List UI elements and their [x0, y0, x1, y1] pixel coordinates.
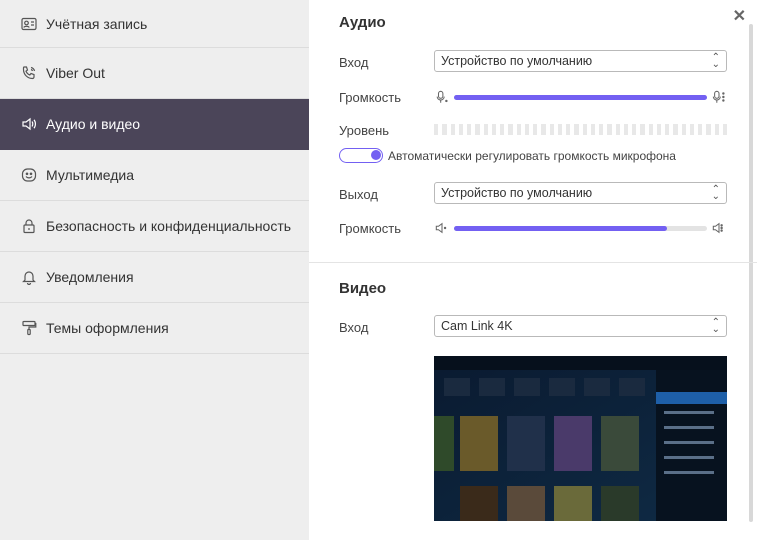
level-label: Уровень — [339, 123, 390, 138]
level-meter-segment — [648, 124, 653, 135]
level-meter-segment — [590, 124, 595, 135]
auto-adjust-label: Автоматически регулировать громкость мик… — [388, 148, 676, 163]
level-meter — [434, 124, 727, 135]
audio-input-select[interactable]: Устройство по умолчанию ⌃ ⌄ — [434, 50, 727, 72]
input-volume-label: Громкость — [339, 90, 401, 105]
close-icon[interactable]: ✕ — [733, 6, 746, 26]
level-meter-segment — [524, 124, 529, 135]
level-meter-segment — [673, 124, 678, 135]
level-meter-segment — [557, 124, 562, 135]
bell-icon — [20, 268, 38, 286]
level-meter-segment — [500, 124, 505, 135]
level-meter-segment — [450, 124, 455, 135]
microphone-high-icon — [711, 89, 727, 105]
sidebar-item-audio-video[interactable]: Аудио и видео — [0, 99, 309, 150]
level-meter-segment — [574, 124, 579, 135]
speaker-high-icon — [711, 220, 727, 236]
audio-output-label: Выход — [339, 187, 378, 202]
level-meter-segment — [491, 124, 496, 135]
sidebar-item-label: Уведомления — [46, 269, 134, 285]
input-volume-slider[interactable] — [454, 94, 707, 100]
chevron-up-down-icon: ⌃ ⌄ — [711, 317, 720, 335]
level-meter-segment — [640, 124, 645, 135]
level-meter-segment — [722, 124, 727, 135]
level-meter-segment — [706, 124, 711, 135]
sidebar-item-label: Viber Out — [46, 65, 105, 81]
audio-input-value: Устройство по умолчанию — [441, 54, 593, 68]
level-meter-segment — [623, 124, 628, 135]
sidebar-item-themes[interactable]: Темы оформления — [0, 303, 309, 354]
sidebar-item-notifications[interactable]: Уведомления — [0, 252, 309, 303]
video-input-select[interactable]: Cam Link 4K ⌃ ⌄ — [434, 315, 727, 337]
level-meter-segment — [442, 124, 447, 135]
lock-icon — [20, 217, 38, 235]
level-meter-segment — [632, 124, 637, 135]
camera-preview — [434, 356, 727, 521]
output-volume-slider[interactable] — [454, 225, 707, 231]
level-meter-segment — [681, 124, 686, 135]
level-meter-segment — [582, 124, 587, 135]
level-meter-segment — [615, 124, 620, 135]
sidebar-item-security[interactable]: Безопасность и конфиденциальность — [0, 201, 309, 252]
sidebar-item-label: Безопасность и конфиденциальность — [46, 218, 292, 234]
sidebar-item-label: Темы оформления — [46, 320, 169, 336]
settings-content: ✕ Аудио Вход Устройство по умолчанию ⌃ ⌄ … — [309, 0, 757, 540]
output-volume-fill — [454, 225, 667, 231]
level-meter-segment — [467, 124, 472, 135]
sidebar-item-label: Мультимедиа — [46, 167, 134, 183]
chevron-up-down-icon: ⌃ ⌄ — [711, 52, 720, 70]
video-input-label: Вход — [339, 320, 369, 335]
output-volume-row — [434, 219, 727, 237]
sidebar-item-multimedia[interactable]: Мультимедиа — [0, 150, 309, 201]
level-meter-segment — [656, 124, 661, 135]
chevron-up-down-icon: ⌃ ⌄ — [711, 184, 720, 202]
audio-output-value: Устройство по умолчанию — [441, 186, 593, 200]
section-divider — [309, 262, 757, 263]
level-meter-segment — [516, 124, 521, 135]
microphone-low-icon — [434, 89, 450, 105]
audio-section-title: Аудио — [339, 14, 386, 31]
level-meter-segment — [541, 124, 546, 135]
sidebar-item-label: Учётная запись — [46, 15, 148, 32]
auto-adjust-toggle[interactable] — [339, 148, 383, 163]
auto-adjust-row: Автоматически регулировать громкость мик… — [339, 148, 676, 163]
audio-output-select[interactable]: Устройство по умолчанию ⌃ ⌄ — [434, 182, 727, 204]
speaker-icon — [20, 115, 38, 133]
video-input-value: Cam Link 4K — [441, 319, 513, 333]
settings-sidebar: Учётная запись Viber Out Аудио и видео М… — [0, 0, 309, 540]
level-meter-segment — [566, 124, 571, 135]
level-meter-segment — [599, 124, 604, 135]
sidebar-item-account[interactable]: Учётная запись — [0, 0, 309, 48]
level-meter-segment — [533, 124, 538, 135]
level-meter-segment — [549, 124, 554, 135]
level-meter-segment — [508, 124, 513, 135]
input-volume-row — [434, 88, 727, 106]
level-meter-segment — [698, 124, 703, 135]
level-meter-segment — [475, 124, 480, 135]
level-meter-segment — [607, 124, 612, 135]
account-card-icon — [20, 15, 38, 33]
speaker-low-icon — [434, 220, 450, 236]
paint-roller-icon — [20, 319, 38, 337]
level-meter-segment — [689, 124, 694, 135]
sidebar-item-label: Аудио и видео — [46, 116, 141, 132]
level-meter-segment — [665, 124, 670, 135]
output-volume-label: Громкость — [339, 221, 401, 236]
level-meter-segment — [458, 124, 463, 135]
level-meter-segment — [434, 124, 439, 135]
level-meter-segment — [483, 124, 488, 135]
smiley-icon — [20, 166, 38, 184]
sidebar-item-viber-out[interactable]: Viber Out — [0, 48, 309, 99]
input-volume-fill — [454, 94, 707, 100]
audio-input-label: Вход — [339, 55, 369, 70]
scrollbar[interactable] — [749, 24, 753, 522]
level-meter-segment — [714, 124, 719, 135]
video-section-title: Видео — [339, 280, 387, 297]
phone-icon — [20, 64, 38, 82]
